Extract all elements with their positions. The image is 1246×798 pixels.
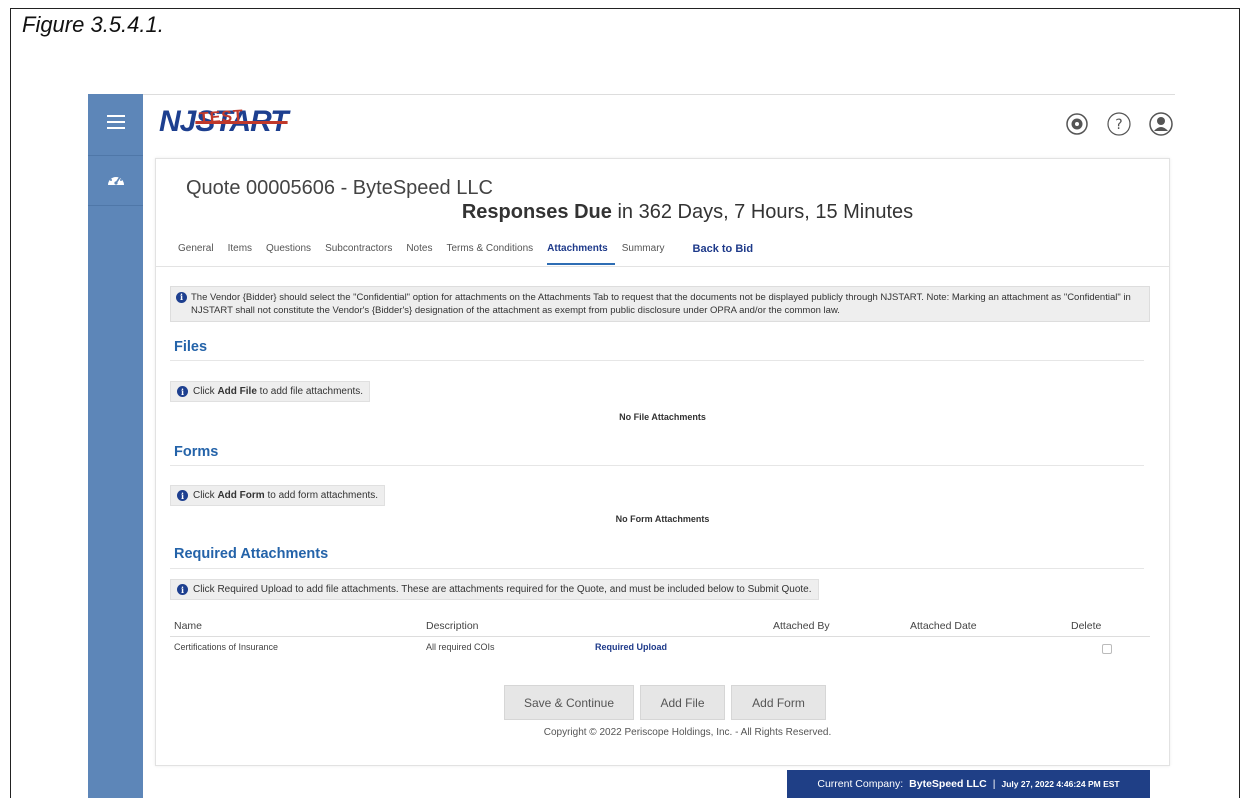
- menu-button[interactable]: [88, 94, 143, 156]
- info-icon: i: [176, 292, 187, 303]
- no-form-attachments: No Form Attachments: [615, 514, 710, 524]
- required-hint-text: Click Required Upload to add file attach…: [193, 584, 812, 595]
- row-description: All required COIs: [426, 642, 495, 652]
- menu-icon: [106, 115, 125, 134]
- delete-checkbox[interactable]: [1102, 644, 1112, 654]
- tab-terms-conditions[interactable]: Terms & Conditions: [446, 243, 540, 265]
- required-attachments-table: Name Description Attached By Attached Da…: [170, 615, 1150, 659]
- user-icon[interactable]: [1147, 110, 1175, 138]
- files-hint-text: Click Add File to add file attachments.: [193, 386, 363, 397]
- company-label: Current Company:: [817, 778, 904, 790]
- top-bar: NJSTART TEST ?: [143, 94, 1175, 156]
- files-hint-bold: Add File: [217, 386, 257, 397]
- col-attached-by[interactable]: Attached By: [773, 620, 830, 632]
- files-hint: i Click Add File to add file attachments…: [170, 381, 371, 402]
- forms-hint-bold: Add Form: [217, 490, 265, 501]
- required-hint: i Click Required Upload to add file atta…: [170, 579, 819, 600]
- save-continue-button[interactable]: Save & Continue: [504, 685, 634, 720]
- logo-test-stamp: TEST: [198, 107, 245, 128]
- no-file-attachments: No File Attachments: [619, 412, 706, 422]
- col-description[interactable]: Description: [426, 620, 479, 632]
- forms-hint-pre: Click: [193, 490, 218, 501]
- info-icon: i: [177, 386, 188, 397]
- info-icon: i: [177, 490, 188, 501]
- company-name: ByteSpeed LLC: [909, 778, 987, 790]
- njstart-logo[interactable]: NJSTART TEST: [159, 105, 289, 139]
- settings-icon[interactable]: [1063, 110, 1091, 138]
- add-form-button[interactable]: Add Form: [731, 685, 826, 720]
- required-upload-link[interactable]: Required Upload: [595, 642, 667, 652]
- forms-heading: Forms: [174, 444, 219, 460]
- tab-subcontractors[interactable]: Subcontractors: [325, 243, 399, 265]
- dashboard-icon: [106, 170, 126, 191]
- responses-due-countdown: in 362 Days, 7 Hours, 15 Minutes: [611, 201, 914, 223]
- tab-general[interactable]: General: [178, 243, 221, 265]
- confidential-notice-text: The Vendor {Bidder} should select the "C…: [191, 292, 1131, 316]
- forms-divider: [170, 465, 1144, 466]
- top-icons: ?: [1063, 110, 1175, 138]
- files-hint-pre: Click: [193, 386, 218, 397]
- quote-title: Quote 00005606 - ByteSpeed LLC: [186, 177, 493, 199]
- sidebar: [88, 94, 143, 798]
- confidential-notice: i The Vendor {Bidder} should select the …: [170, 286, 1150, 322]
- responses-due: Responses Due in 362 Days, 7 Hours, 15 M…: [156, 201, 1169, 224]
- add-file-button[interactable]: Add File: [640, 685, 725, 720]
- dashboard-button[interactable]: [88, 156, 143, 206]
- action-buttons: Save & Continue Add File Add Form: [504, 685, 826, 720]
- col-name[interactable]: Name: [174, 620, 202, 632]
- files-heading: Files: [174, 339, 208, 355]
- tab-notes[interactable]: Notes: [406, 243, 439, 265]
- footer-separator: |: [992, 778, 996, 790]
- files-hint-post: to add file attachments.: [256, 386, 364, 397]
- copyright: Copyright © 2022 Periscope Holdings, Inc…: [543, 727, 832, 738]
- forms-hint-post: to add form attachments.: [264, 490, 379, 501]
- current-company-bar: Current Company: ByteSpeed LLC | July 27…: [787, 770, 1150, 798]
- row-name: Certifications of Insurance: [174, 642, 279, 652]
- logo-nj: NJ: [159, 105, 196, 138]
- quote-panel: Quote 00005606 - ByteSpeed LLC Responses…: [155, 158, 1170, 766]
- figure-caption: Figure 3.5.4.1.: [22, 12, 164, 37]
- tab-attachments[interactable]: Attachments: [547, 243, 615, 265]
- tab-items[interactable]: Items: [228, 243, 259, 265]
- info-icon: i: [177, 584, 188, 595]
- tab-divider: [156, 266, 1169, 267]
- col-delete: Delete: [1071, 620, 1102, 632]
- files-divider: [170, 360, 1144, 361]
- table-row: Certifications of Insurance All required…: [170, 637, 1150, 659]
- forms-hint: i Click Add Form to add form attachments…: [170, 485, 386, 506]
- help-icon[interactable]: ?: [1105, 110, 1133, 138]
- svg-text:?: ?: [1115, 117, 1122, 133]
- back-to-bid-link[interactable]: Back to Bid: [693, 243, 761, 265]
- tab-summary[interactable]: Summary: [622, 243, 672, 265]
- responses-due-label: Responses Due: [461, 201, 612, 223]
- tab-questions[interactable]: Questions: [266, 243, 318, 265]
- current-datetime: July 27, 2022 4:46:24 PM EST: [1001, 779, 1120, 789]
- required-attachments-heading: Required Attachments: [174, 546, 329, 562]
- table-header: Name Description Attached By Attached Da…: [170, 615, 1150, 637]
- required-divider: [170, 568, 1144, 569]
- tab-bar: General Items Questions Subcontractors N…: [178, 243, 767, 265]
- col-attached-date[interactable]: Attached Date: [910, 620, 977, 632]
- forms-hint-text: Click Add Form to add form attachments.: [193, 490, 378, 501]
